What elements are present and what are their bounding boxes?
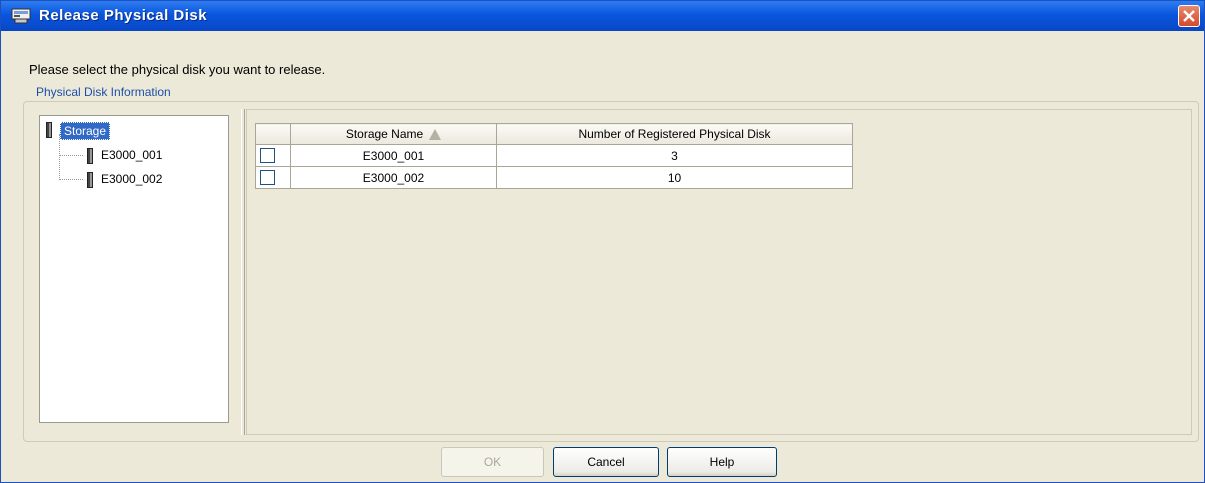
disk-icon [87, 172, 93, 188]
tree-child-label[interactable]: E3000_001 [101, 148, 162, 162]
registered-disk-count-cell: 3 [496, 144, 853, 167]
tree-root-label[interactable]: Storage [60, 122, 111, 140]
tree-connector [59, 155, 83, 156]
instruction-text: Please select the physical disk you want… [29, 62, 326, 77]
panel-splitter[interactable] [241, 109, 245, 435]
close-button[interactable] [1178, 5, 1200, 27]
storage-name-cell: E3000_002 [290, 166, 497, 189]
row-checkbox[interactable] [260, 170, 275, 186]
cancel-button[interactable]: Cancel [553, 447, 659, 477]
row-select-cell[interactable] [255, 166, 291, 189]
title-bar[interactable]: Release Physical Disk [1, 1, 1204, 31]
select-column-header[interactable] [255, 123, 291, 145]
help-button[interactable]: Help [667, 447, 777, 477]
tree-connector [59, 134, 60, 180]
table-row[interactable]: E3000_002 10 [255, 166, 853, 189]
storage-name-cell: E3000_001 [290, 144, 497, 167]
tree-connector [59, 179, 83, 180]
close-icon [1183, 10, 1195, 22]
registered-disk-count-column-header[interactable]: Number of Registered Physical Disk [496, 123, 853, 145]
ok-button[interactable]: OK [441, 447, 544, 477]
release-physical-disk-dialog: Release Physical Disk Please select the … [0, 0, 1205, 483]
disk-icon [46, 122, 52, 138]
registered-disk-count-cell: 10 [496, 166, 853, 189]
storage-name-header-label: Storage Name [345, 127, 424, 141]
storage-name-column-header[interactable]: Storage Name [290, 123, 497, 145]
disk-window-icon [11, 8, 31, 24]
disk-icon [87, 148, 93, 164]
table-row[interactable]: E3000_001 3 [255, 144, 853, 167]
row-checkbox[interactable] [260, 148, 275, 164]
table-header-row: Storage Name Number of Registered Physic… [255, 123, 853, 145]
storage-table: Storage Name Number of Registered Physic… [255, 123, 853, 189]
storage-tree[interactable]: Storage E3000_001 E3000_002 [39, 115, 229, 423]
group-label: Physical Disk Information [33, 85, 174, 99]
row-select-cell[interactable] [255, 144, 291, 167]
window-title: Release Physical Disk [39, 7, 208, 24]
sort-ascending-icon [429, 129, 442, 141]
tree-child-label[interactable]: E3000_002 [101, 172, 162, 186]
